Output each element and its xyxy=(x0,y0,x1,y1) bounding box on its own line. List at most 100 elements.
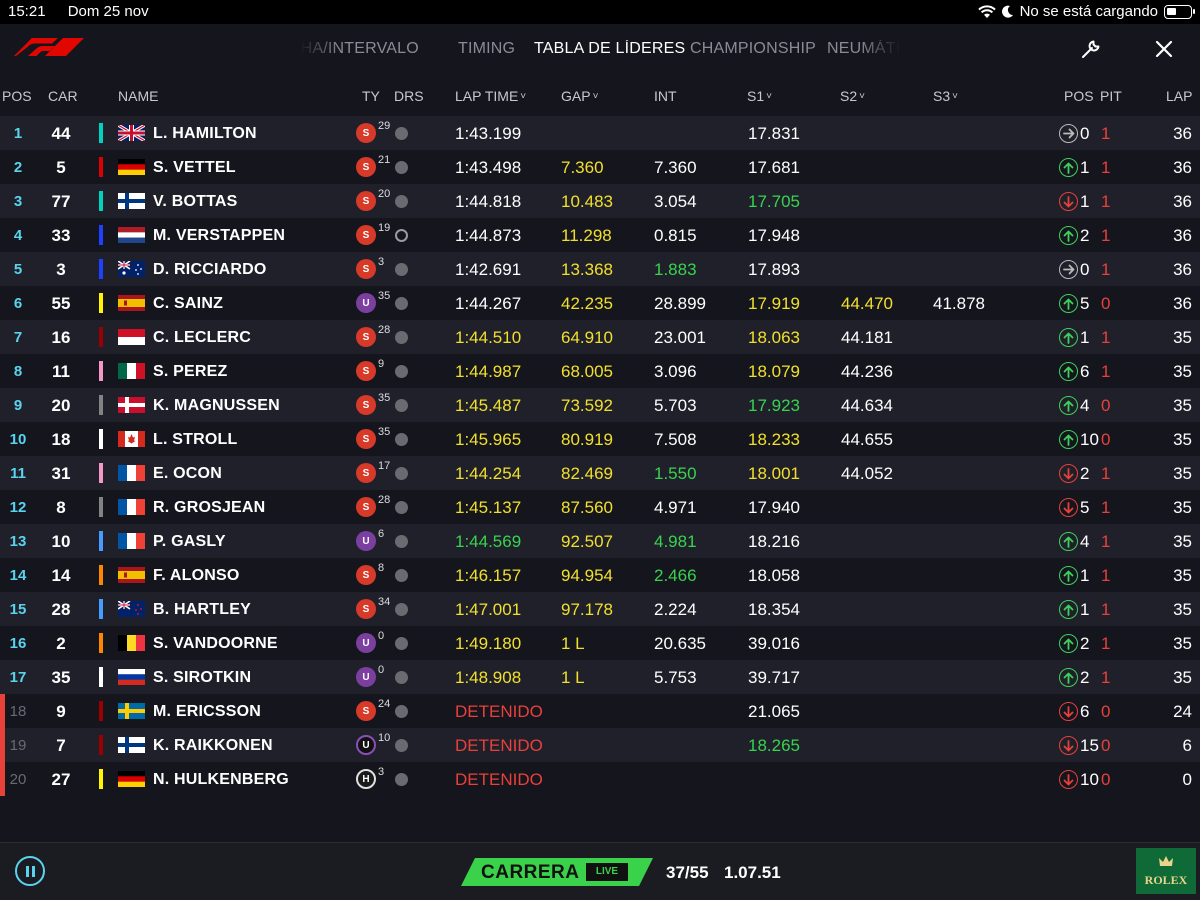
tab-timing[interactable]: TIMING xyxy=(458,40,515,58)
col-laptime-header[interactable]: LAP TIME ˅ xyxy=(455,88,526,104)
col-s2-header[interactable]: S2 ˅ xyxy=(840,88,865,104)
col-gap-header[interactable]: GAP ˅ xyxy=(561,88,598,104)
table-row[interactable]: 19 7 K. RAIKKONEN U 10 DETENIDO 18.265 1… xyxy=(0,728,1200,762)
flag-icon xyxy=(118,669,145,685)
laps-completed: 24 xyxy=(1173,702,1192,721)
live-badge: LIVE xyxy=(586,863,628,881)
table-row[interactable]: 8 11 S. PEREZ S 9 1:44.987 68.005 3.096 … xyxy=(0,354,1200,388)
top-navigation: FECHA/INTERVALO TIMING TABLA DE LÍDERES … xyxy=(0,24,1200,76)
lap-time: 1:47.001 xyxy=(455,600,522,619)
table-row[interactable]: 17 35 S. SIROTKIN U 0 1:48.908 1 L 5.753… xyxy=(0,660,1200,694)
tab-neumaticos[interactable]: NEUMÁTICOS xyxy=(827,40,900,58)
car-number: 27 xyxy=(51,770,71,789)
tab-championship[interactable]: CHAMPIONSHIP xyxy=(690,40,816,58)
table-row[interactable]: 6 55 C. SAINZ U 35 1:44.267 42.235 28.89… xyxy=(0,286,1200,320)
flag-icon xyxy=(118,465,145,481)
drs-indicator xyxy=(395,229,408,242)
gap: 92.507 xyxy=(561,532,613,551)
table-row[interactable]: 15 28 B. HARTLEY S 34 1:47.001 97.178 2.… xyxy=(0,592,1200,626)
interval: 3.054 xyxy=(654,192,697,211)
position-change: 2 xyxy=(1080,464,1090,483)
driver-name: R. GROSJEAN xyxy=(153,499,266,516)
table-row[interactable]: 20 27 N. HULKENBERG H 3 DETENIDO 10 0 0 xyxy=(0,762,1200,796)
gap: 10.483 xyxy=(561,192,613,211)
sector-1: 17.705 xyxy=(748,192,800,211)
tyre-compound-icon: S xyxy=(356,463,376,483)
table-row[interactable]: 16 2 S. VANDOORNE U 0 1:49.180 1 L 20.63… xyxy=(0,626,1200,660)
position-change: 4 xyxy=(1080,396,1090,415)
table-row[interactable]: 9 20 K. MAGNUSSEN S 35 1:45.487 73.592 5… xyxy=(0,388,1200,422)
col-car: CAR xyxy=(48,88,78,104)
position: 9 xyxy=(13,397,23,414)
laps-completed: 0 xyxy=(1182,770,1192,789)
drs-indicator xyxy=(395,773,408,786)
table-row[interactable]: 14 14 F. ALONSO S 8 1:46.157 94.954 2.46… xyxy=(0,558,1200,592)
position-change: 1 xyxy=(1080,566,1090,585)
position: 10 xyxy=(9,431,27,448)
position: 1 xyxy=(13,125,23,142)
position: 6 xyxy=(13,295,23,312)
tab-fecha-intervalo[interactable]: FECHA/INTERVALO xyxy=(300,40,419,58)
session-label: CARRERA xyxy=(481,862,580,883)
tyre-laps: 29 xyxy=(378,120,391,132)
table-row[interactable]: 3 77 V. BOTTAS S 20 1:44.818 10.483 3.05… xyxy=(0,184,1200,218)
tyre-laps: 35 xyxy=(378,290,391,302)
laps-completed: 35 xyxy=(1173,532,1192,551)
lap-time: 1:46.157 xyxy=(455,566,522,585)
car-number: 33 xyxy=(51,226,71,245)
gap: 11.298 xyxy=(561,226,612,245)
tyre-laps: 34 xyxy=(378,596,391,608)
drs-indicator xyxy=(395,705,408,718)
flag-icon xyxy=(118,635,145,651)
lap-time: 1:42.691 xyxy=(455,260,522,279)
position-up-icon xyxy=(1059,362,1078,381)
table-row[interactable]: 4 33 M. VERSTAPPEN S 19 1:44.873 11.298 … xyxy=(0,218,1200,252)
table-row[interactable]: 1 44 L. HAMILTON S 29 1:43.199 17.831 0 … xyxy=(0,116,1200,150)
gap: 13.368 xyxy=(561,260,613,279)
table-row[interactable]: 2 5 S. VETTEL S 21 1:43.498 7.360 7.360 … xyxy=(0,150,1200,184)
table-row[interactable]: 13 10 P. GASLY U 6 1:44.569 92.507 4.981… xyxy=(0,524,1200,558)
team-color-bar xyxy=(99,327,103,347)
driver-name: S. SIROTKIN xyxy=(153,669,252,686)
tab-tabla-de-lideres[interactable]: TABLA DE LÍDERES xyxy=(534,40,685,58)
sector-1: 17.919 xyxy=(748,294,800,313)
team-color-bar xyxy=(99,497,103,517)
table-row[interactable]: 5 3 D. RICCIARDO S 3 1:42.691 13.368 1.8… xyxy=(0,252,1200,286)
tyre-laps: 19 xyxy=(378,222,391,234)
retired-indicator xyxy=(0,762,5,796)
table-header: POS CAR NAME TY DRS LAP TIME ˅ GAP ˅ INT S… xyxy=(0,76,1200,116)
driver-name: L. STROLL xyxy=(153,431,238,448)
driver-name: K. RAIKKONEN xyxy=(153,737,273,754)
col-s3-header[interactable]: S3 ˅ xyxy=(933,88,958,104)
battery-status-text: No se está cargando xyxy=(1019,3,1158,20)
tab-bar: FECHA/INTERVALO TIMING TABLA DE LÍDERES … xyxy=(300,40,900,62)
gap: 42.235 xyxy=(561,294,613,313)
tyre-laps: 21 xyxy=(378,154,391,166)
table-row[interactable]: 10 18 L. STROLL S 35 1:45.965 80.919 7.5… xyxy=(0,422,1200,456)
table-row[interactable]: 12 8 R. GROSJEAN S 28 1:45.137 87.560 4.… xyxy=(0,490,1200,524)
position-change: 5 xyxy=(1080,294,1090,313)
pit-stops: 1 xyxy=(1101,362,1111,381)
close-icon[interactable] xyxy=(1155,40,1173,58)
pause-button[interactable] xyxy=(15,856,45,886)
position-up-icon xyxy=(1059,226,1078,245)
drs-indicator xyxy=(395,603,408,616)
col-s1-header[interactable]: S1 ˅ xyxy=(747,88,772,104)
laps-completed: 35 xyxy=(1173,668,1192,687)
retired-indicator xyxy=(0,728,5,762)
wrench-icon[interactable] xyxy=(1080,38,1102,60)
flag-icon xyxy=(118,737,145,753)
table-row[interactable]: 11 31 E. OCON S 17 1:44.254 82.469 1.550… xyxy=(0,456,1200,490)
table-row[interactable]: 18 9 M. ERICSSON S 24 DETENIDO 21.065 6 … xyxy=(0,694,1200,728)
tyre-compound-icon: U xyxy=(356,531,376,551)
position-change: 6 xyxy=(1080,702,1090,721)
drs-indicator xyxy=(395,331,408,344)
position: 3 xyxy=(13,193,23,210)
team-color-bar xyxy=(99,667,103,687)
tyre-compound-icon: S xyxy=(356,259,376,279)
tyre-laps: 28 xyxy=(378,494,391,506)
table-row[interactable]: 7 16 C. LECLERC S 28 1:44.510 64.910 23.… xyxy=(0,320,1200,354)
sector-1: 18.233 xyxy=(748,430,800,449)
gap: 1 L xyxy=(561,668,585,687)
pit-stops: 1 xyxy=(1101,668,1111,687)
